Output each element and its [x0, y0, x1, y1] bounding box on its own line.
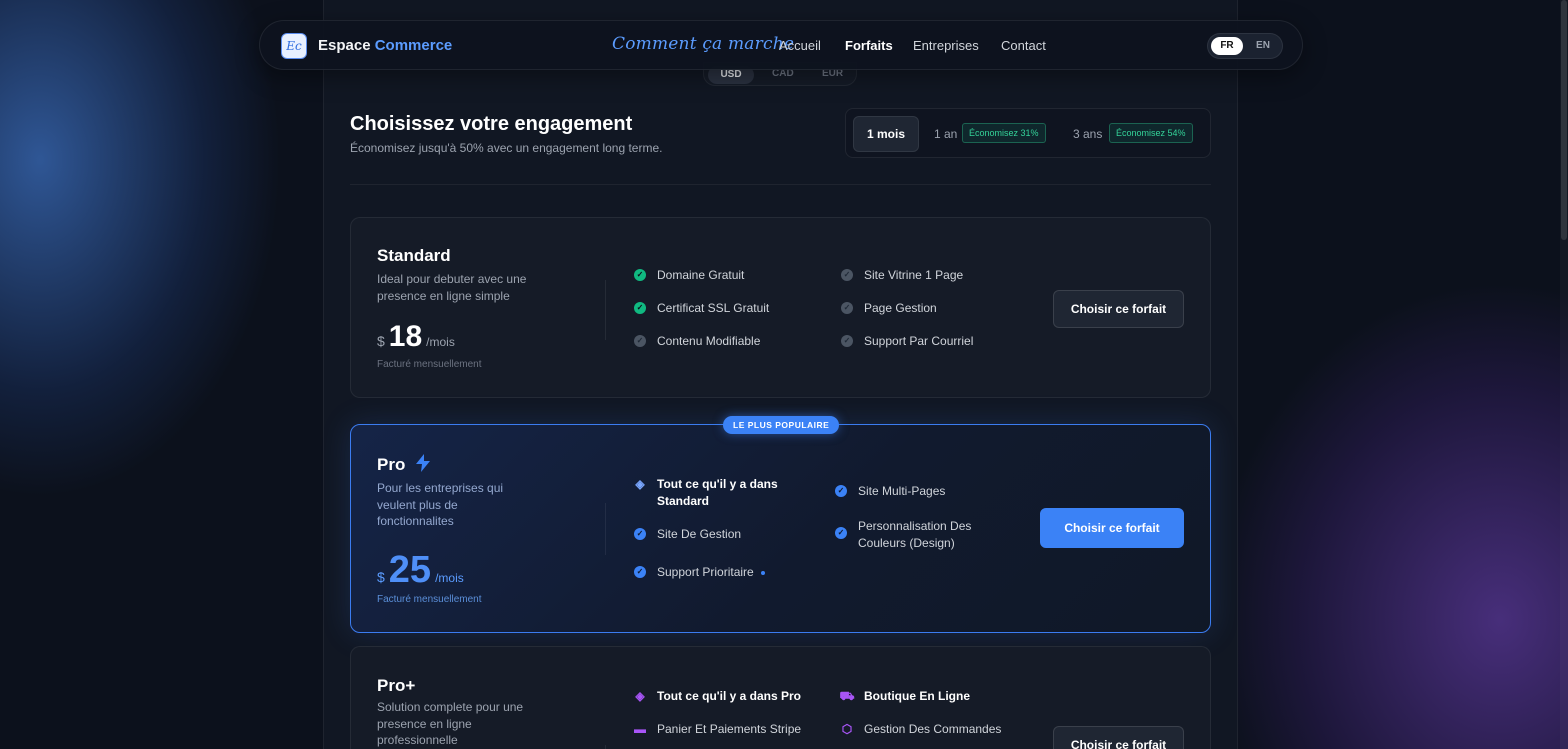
feature-label: Tout ce qu'il y a dans Pro [657, 689, 801, 703]
layers-icon: ◈ [635, 476, 645, 491]
nav-link-entreprises[interactable]: Entreprises [913, 38, 979, 53]
check-icon: ✓ [634, 335, 646, 347]
feature-label: Contenu Modifiable [657, 334, 761, 348]
price-period: /mois [426, 335, 455, 349]
plan-card-standard: Standard Ideal pour debuter avec une pre… [350, 217, 1211, 398]
vertical-divider [605, 280, 606, 340]
scrollbar[interactable] [1560, 0, 1568, 749]
cart-icon: ⛟ [839, 688, 855, 703]
section-divider [350, 184, 1211, 185]
lang-fr-button[interactable]: FR [1211, 37, 1243, 55]
save-badge-1-year: Économisez 31% [962, 123, 1046, 143]
plan-name: Pro [377, 454, 431, 475]
commitment-selector: 1 mois 1 an Économisez 31% 3 ans Économi… [845, 108, 1211, 158]
feature-item: ✓ Contenu Modifiable [634, 333, 760, 350]
feature-item: ◈ Tout ce qu'il y a dans Pro [634, 688, 801, 705]
brand-primary: Espace [318, 37, 371, 54]
package-icon: ⬡ [841, 721, 853, 736]
language-switcher: FR EN [1207, 33, 1283, 59]
scrollbar-thumb[interactable] [1561, 0, 1567, 240]
plan-name: Standard [377, 246, 451, 265]
feature-label: Personnalisation Des Couleurs (Design) [858, 519, 972, 550]
plan-card-pro-plus: Pro+ Solution complete pour une presence… [350, 646, 1211, 749]
nav-how-it-works[interactable]: Comment ça marche [612, 34, 794, 54]
popular-badge: LE PLUS POPULAIRE [723, 416, 840, 434]
brand-accent: Commerce [374, 37, 453, 54]
price-amount: 25 [388, 549, 432, 591]
lang-en-button[interactable]: EN [1247, 37, 1279, 55]
logo-icon[interactable]: Ec [281, 33, 307, 59]
nav-link-accueil[interactable]: Accueil [779, 38, 821, 53]
feature-label: Tout ce qu'il y a dans Standard [657, 477, 778, 508]
check-icon: ✓ [835, 485, 847, 497]
feature-label: Support Prioritaire [657, 565, 754, 579]
choose-plan-button[interactable]: Choisir ce forfait [1040, 508, 1184, 548]
nav-link-forfaits[interactable]: Forfaits [845, 38, 893, 53]
feature-item: ✓ Personnalisation Des Couleurs (Design) [835, 518, 985, 551]
feature-label: Page Gestion [864, 301, 937, 315]
price-period: /mois [435, 571, 464, 585]
feature-item: ✓ Support Par Courriel [841, 333, 973, 350]
vertical-divider [605, 745, 606, 749]
top-navbar: Ec Espace Commerce Comment ça marche Acc… [259, 20, 1303, 70]
plan-card-pro: Pro Pour les entreprises qui veulent plu… [350, 424, 1211, 633]
price-currency: $ [377, 569, 385, 585]
plan-name: Pro+ [377, 676, 416, 695]
plan-description: Pour les entreprises qui veulent plus de… [377, 481, 504, 528]
save-badge-3-years: Économisez 54% [1109, 123, 1193, 143]
feature-label: Panier Et Paiements Stripe [657, 722, 802, 736]
feature-label: Site Vitrine 1 Page [864, 268, 964, 282]
feature-item: ✓ Site Multi-Pages [835, 483, 945, 500]
lightning-icon [416, 454, 431, 472]
section-subtitle: Économisez jusqu'à 50% avec un engagemen… [350, 141, 663, 155]
feature-label: Certificat SSL Gratuit [657, 301, 770, 315]
plan-price: $ 25 /mois [377, 549, 464, 592]
feature-item: ✓ Site Vitrine 1 Page [841, 267, 963, 284]
check-icon: ✓ [841, 335, 853, 347]
feature-label: Gestion Des Commandes [864, 722, 1002, 736]
choose-plan-button[interactable]: Choisir ce forfait [1053, 290, 1184, 328]
feature-item: ⬡ Gestion Des Commandes [841, 721, 1002, 738]
feature-item: ✓ Page Gestion [841, 300, 937, 317]
feature-item: ✓ Certificat SSL Gratuit [634, 300, 769, 317]
billing-note: Facturé mensuellement [377, 594, 482, 605]
plan-description: Solution complete pour une presence en l… [377, 700, 524, 747]
vertical-divider [605, 503, 606, 555]
choose-plan-button[interactable]: Choisir ce forfait [1053, 726, 1184, 749]
check-icon: ✓ [841, 269, 853, 281]
credit-card-icon: ▬ [634, 721, 646, 736]
feature-label: Domaine Gratuit [657, 268, 745, 282]
price-amount: 18 [388, 320, 423, 353]
new-dot-icon [760, 571, 765, 575]
brand-name[interactable]: Espace Commerce [318, 37, 452, 54]
commitment-1-year-option[interactable]: 1 an [934, 127, 957, 141]
feature-label: Boutique En Ligne [864, 689, 970, 703]
commitment-1-month-option[interactable]: 1 mois [853, 116, 919, 152]
feature-item: ◈ Tout ce qu'il y a dans Standard [634, 476, 794, 509]
feature-item: ✓ Site De Gestion [634, 526, 741, 543]
check-icon: ✓ [841, 302, 853, 314]
feature-label: Site Multi-Pages [858, 484, 946, 498]
plan-price: $ 18 /mois [377, 320, 455, 354]
check-icon: ✓ [634, 528, 646, 540]
feature-label: Site De Gestion [657, 527, 742, 541]
feature-item: ▬ Panier Et Paiements Stripe [634, 721, 801, 738]
plan-description: Ideal pour debuter avec une presence en … [377, 272, 527, 303]
billing-note: Facturé mensuellement [377, 359, 482, 370]
price-currency: $ [377, 333, 385, 349]
feature-item: ✓ Support Prioritaire [634, 564, 765, 581]
check-icon: ✓ [634, 566, 646, 578]
feature-label: Support Par Courriel [864, 334, 974, 348]
feature-item: ⛟ Boutique En Ligne [839, 688, 970, 705]
plan-name-label: Pro [377, 455, 406, 474]
section-title: Choisissez votre engagement [350, 113, 633, 135]
nav-link-contact[interactable]: Contact [1001, 38, 1046, 53]
commitment-3-years-option[interactable]: 3 ans [1073, 127, 1102, 141]
check-icon: ✓ [835, 527, 847, 539]
layers-icon: ◈ [635, 688, 645, 703]
check-icon: ✓ [634, 269, 646, 281]
feature-item: ✓ Domaine Gratuit [634, 267, 744, 284]
check-icon: ✓ [634, 302, 646, 314]
